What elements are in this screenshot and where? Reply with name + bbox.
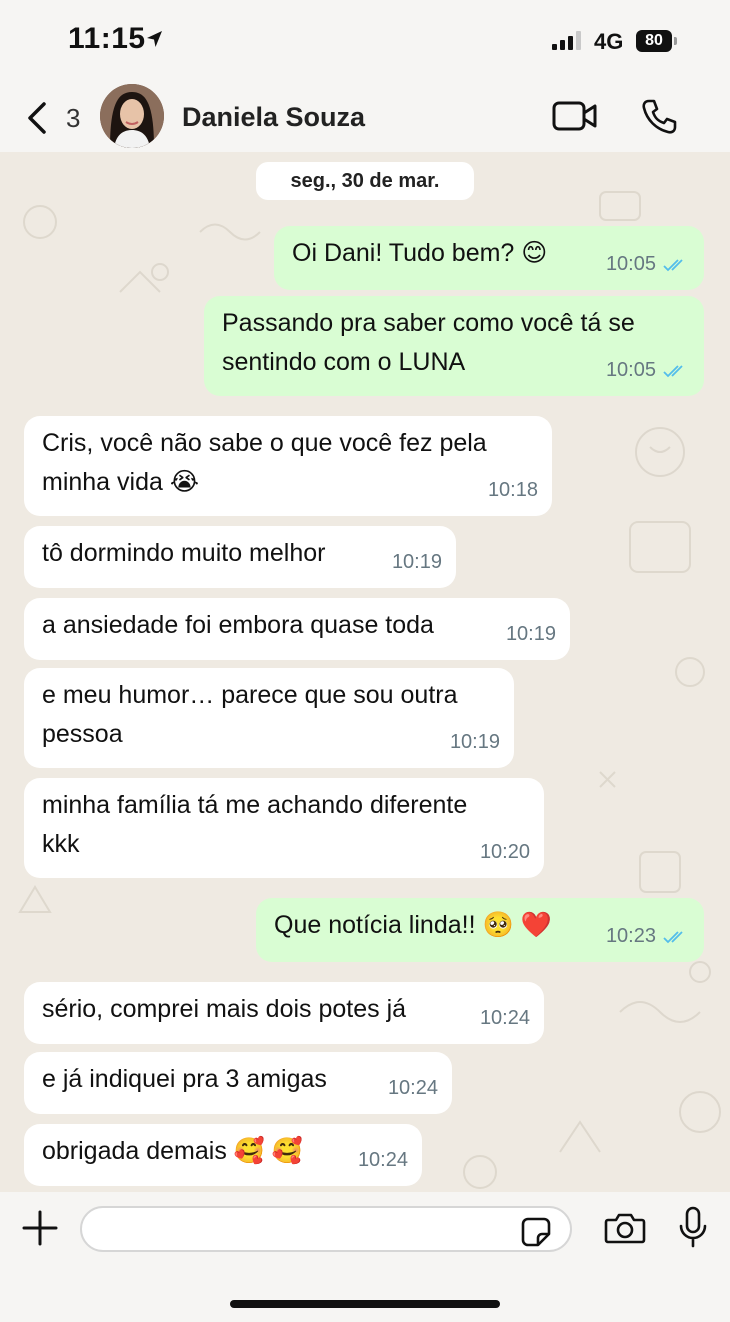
back-button[interactable] [24, 100, 50, 141]
message-bubble-incoming[interactable]: minha família tá me achando diferente kk… [24, 778, 544, 878]
location-arrow-icon [146, 30, 164, 53]
message-time: 10:24 [387, 1077, 438, 1099]
phone-icon [642, 99, 677, 134]
camera-button[interactable] [604, 1212, 646, 1249]
plus-icon [22, 1210, 58, 1246]
message-bubble-outgoing[interactable]: Que notícia linda!! 🥺 ❤️ 10:23 [256, 898, 704, 962]
read-receipt-icon [663, 364, 683, 377]
video-camera-icon [552, 101, 597, 131]
message-time: 10:24 [357, 1149, 408, 1171]
date-separator: seg., 30 de mar. [256, 162, 474, 200]
message-bubble-outgoing[interactable]: Passando pra saber como você tá se senti… [204, 296, 704, 396]
message-time: 10:23 [605, 925, 656, 947]
message-text: tô dormindo muito melhor [42, 539, 326, 567]
chat-header: 3 Daniela Souza [0, 80, 730, 152]
message-time: 10:24 [479, 1007, 530, 1029]
message-time: 10:05 [605, 359, 656, 381]
message-meta: 10:20 [480, 833, 530, 872]
avatar[interactable] [100, 84, 164, 148]
message-input-container[interactable] [80, 1206, 572, 1252]
message-text: Passando pra saber como você tá se senti… [222, 309, 635, 376]
message-bubble-incoming[interactable]: a ansiedade foi embora quase toda 10:19 [24, 598, 570, 660]
message-bubble-incoming[interactable]: obrigada demais 🥰 🥰 10:24 [24, 1124, 422, 1186]
message-text: Cris, você não sabe o que você fez pela … [42, 429, 487, 496]
microphone-button[interactable] [678, 1206, 708, 1253]
message-meta: 10:24 [388, 1069, 438, 1108]
message-bubble-incoming[interactable]: Cris, você não sabe o que você fez pela … [24, 416, 552, 516]
message-bubble-incoming[interactable]: tô dormindo muito melhor 10:19 [24, 526, 456, 588]
input-bar [0, 1192, 730, 1322]
message-text: Que notícia linda!! 🥺 ❤️ [274, 911, 552, 939]
message-meta: 10:19 [392, 543, 442, 582]
message-bubble-incoming[interactable]: e já indiquei pra 3 amigas 10:24 [24, 1052, 452, 1114]
message-text: Oi Dani! Tudo bem? 😊 [292, 239, 548, 267]
voice-call-button[interactable] [640, 98, 678, 141]
video-call-button[interactable] [552, 100, 598, 137]
contact-name[interactable]: Daniela Souza [182, 102, 365, 133]
read-receipt-icon [663, 258, 683, 271]
camera-icon [604, 1213, 646, 1244]
message-text: obrigada demais 🥰 🥰 [42, 1137, 303, 1165]
message-input[interactable] [98, 1208, 522, 1252]
message-text: sério, comprei mais dois potes já [42, 995, 407, 1023]
message-text: a ansiedade foi embora quase toda [42, 611, 434, 639]
battery-icon: 80 [636, 30, 677, 52]
message-meta: 10:18 [488, 471, 538, 510]
home-indicator[interactable] [230, 1300, 500, 1308]
message-bubble-incoming[interactable]: e meu humor… parece que sou outra pessoa… [24, 668, 514, 768]
message-time: 10:19 [449, 731, 500, 753]
sticker-button[interactable] [520, 1216, 552, 1253]
network-type: 4G [594, 29, 624, 54]
message-time: 10:20 [479, 841, 530, 863]
message-meta: 10:05 [606, 351, 690, 390]
status-time: 11:15 [68, 22, 146, 55]
signal-strength-icon [552, 30, 581, 50]
message-text: e já indiquei pra 3 amigas [42, 1065, 327, 1093]
back-chevron-icon [28, 102, 46, 134]
message-text: minha família tá me achando diferente kk… [42, 791, 468, 858]
sticker-icon [521, 1217, 551, 1247]
message-meta: 10:05 [606, 245, 690, 284]
message-meta: 10:19 [506, 615, 556, 654]
message-meta: 10:19 [450, 723, 500, 762]
message-meta: 10:24 [358, 1141, 408, 1180]
message-time: 10:18 [487, 479, 538, 501]
status-bar: 11:15 4G 80 [0, 0, 730, 80]
attach-button[interactable] [22, 1210, 58, 1251]
message-bubble-incoming[interactable]: sério, comprei mais dois potes já 10:24 [24, 982, 544, 1044]
microphone-icon [679, 1206, 707, 1248]
message-time: 10:19 [505, 623, 556, 645]
message-bubble-outgoing[interactable]: Oi Dani! Tudo bem? 😊 10:05 [274, 226, 704, 290]
message-time: 10:19 [391, 551, 442, 573]
unread-count[interactable]: 3 [66, 103, 80, 134]
message-meta: 10:23 [606, 917, 690, 956]
chat-area[interactable]: seg., 30 de mar. Oi Dani! Tudo bem? 😊 10… [0, 152, 730, 1192]
message-time: 10:05 [605, 253, 656, 275]
message-meta: 10:24 [480, 999, 530, 1038]
read-receipt-icon [663, 930, 683, 943]
message-text: e meu humor… parece que sou outra pessoa [42, 681, 458, 748]
